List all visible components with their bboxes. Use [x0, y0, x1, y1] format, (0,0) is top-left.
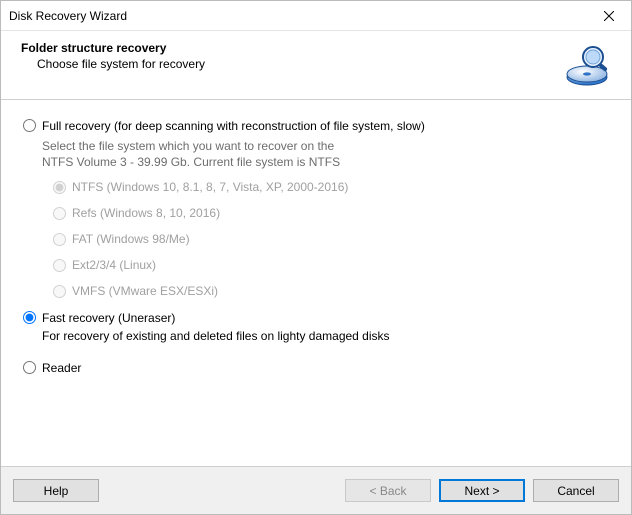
header-title: Folder structure recovery [21, 41, 563, 55]
radio-fast-recovery[interactable] [23, 311, 36, 324]
radio-ntfs[interactable] [53, 181, 66, 194]
radio-refs[interactable] [53, 207, 66, 220]
full-recovery-desc-line1: Select the file system which you want to… [42, 139, 334, 153]
cancel-button[interactable]: Cancel [533, 479, 619, 502]
footer: Help < Back Next > Cancel [1, 466, 631, 514]
fs-option-vmfs: VMFS (VMware ESX/ESXi) [53, 284, 611, 298]
wizard-header: Folder structure recovery Choose file sy… [1, 31, 631, 100]
radio-full-recovery[interactable] [23, 119, 36, 132]
radio-vmfs[interactable] [53, 285, 66, 298]
fs-vmfs-label: VMFS (VMware ESX/ESXi) [72, 284, 218, 298]
fs-ntfs-label: NTFS (Windows 10, 8.1, 8, 7, Vista, XP, … [72, 180, 348, 194]
fs-option-refs: Refs (Windows 8, 10, 2016) [53, 206, 611, 220]
content-area: Full recovery (for deep scanning with re… [1, 100, 631, 466]
window-title: Disk Recovery Wizard [9, 9, 586, 23]
disk-search-icon [563, 41, 611, 89]
fs-option-fat: FAT (Windows 98/Me) [53, 232, 611, 246]
option-reader-label[interactable]: Reader [23, 360, 611, 376]
full-recovery-desc-line2: NTFS Volume 3 - 39.99 Gb. Current file s… [42, 155, 340, 169]
option-fast-recovery-text: Fast recovery (Uneraser) [42, 310, 175, 326]
header-subtitle: Choose file system for recovery [21, 57, 563, 71]
radio-ext[interactable] [53, 259, 66, 272]
option-full-recovery: Full recovery (for deep scanning with re… [23, 118, 611, 298]
option-fast-recovery-label[interactable]: Fast recovery (Uneraser) [23, 310, 611, 326]
radio-fat[interactable] [53, 233, 66, 246]
option-full-recovery-label[interactable]: Full recovery (for deep scanning with re… [23, 118, 611, 134]
fs-ext-label: Ext2/3/4 (Linux) [72, 258, 156, 272]
option-reader-text: Reader [42, 360, 81, 376]
close-icon [604, 11, 614, 21]
next-button[interactable]: Next > [439, 479, 525, 502]
filesystem-options: NTFS (Windows 10, 8.1, 8, 7, Vista, XP, … [23, 180, 611, 298]
header-text: Folder structure recovery Choose file sy… [15, 41, 563, 71]
help-button[interactable]: Help [13, 479, 99, 502]
close-button[interactable] [586, 1, 631, 30]
option-reader: Reader [23, 360, 611, 376]
wizard-window: Disk Recovery Wizard Folder structure re… [0, 0, 632, 515]
option-fast-recovery: Fast recovery (Uneraser) For recovery of… [23, 310, 611, 344]
full-recovery-desc: Select the file system which you want to… [23, 138, 611, 170]
fs-option-ext: Ext2/3/4 (Linux) [53, 258, 611, 272]
fs-option-ntfs: NTFS (Windows 10, 8.1, 8, 7, Vista, XP, … [53, 180, 611, 194]
fs-refs-label: Refs (Windows 8, 10, 2016) [72, 206, 220, 220]
fast-recovery-desc: For recovery of existing and deleted fil… [23, 328, 611, 344]
radio-reader[interactable] [23, 361, 36, 374]
titlebar: Disk Recovery Wizard [1, 1, 631, 31]
back-button[interactable]: < Back [345, 479, 431, 502]
fs-fat-label: FAT (Windows 98/Me) [72, 232, 190, 246]
option-full-recovery-text: Full recovery (for deep scanning with re… [42, 118, 425, 134]
